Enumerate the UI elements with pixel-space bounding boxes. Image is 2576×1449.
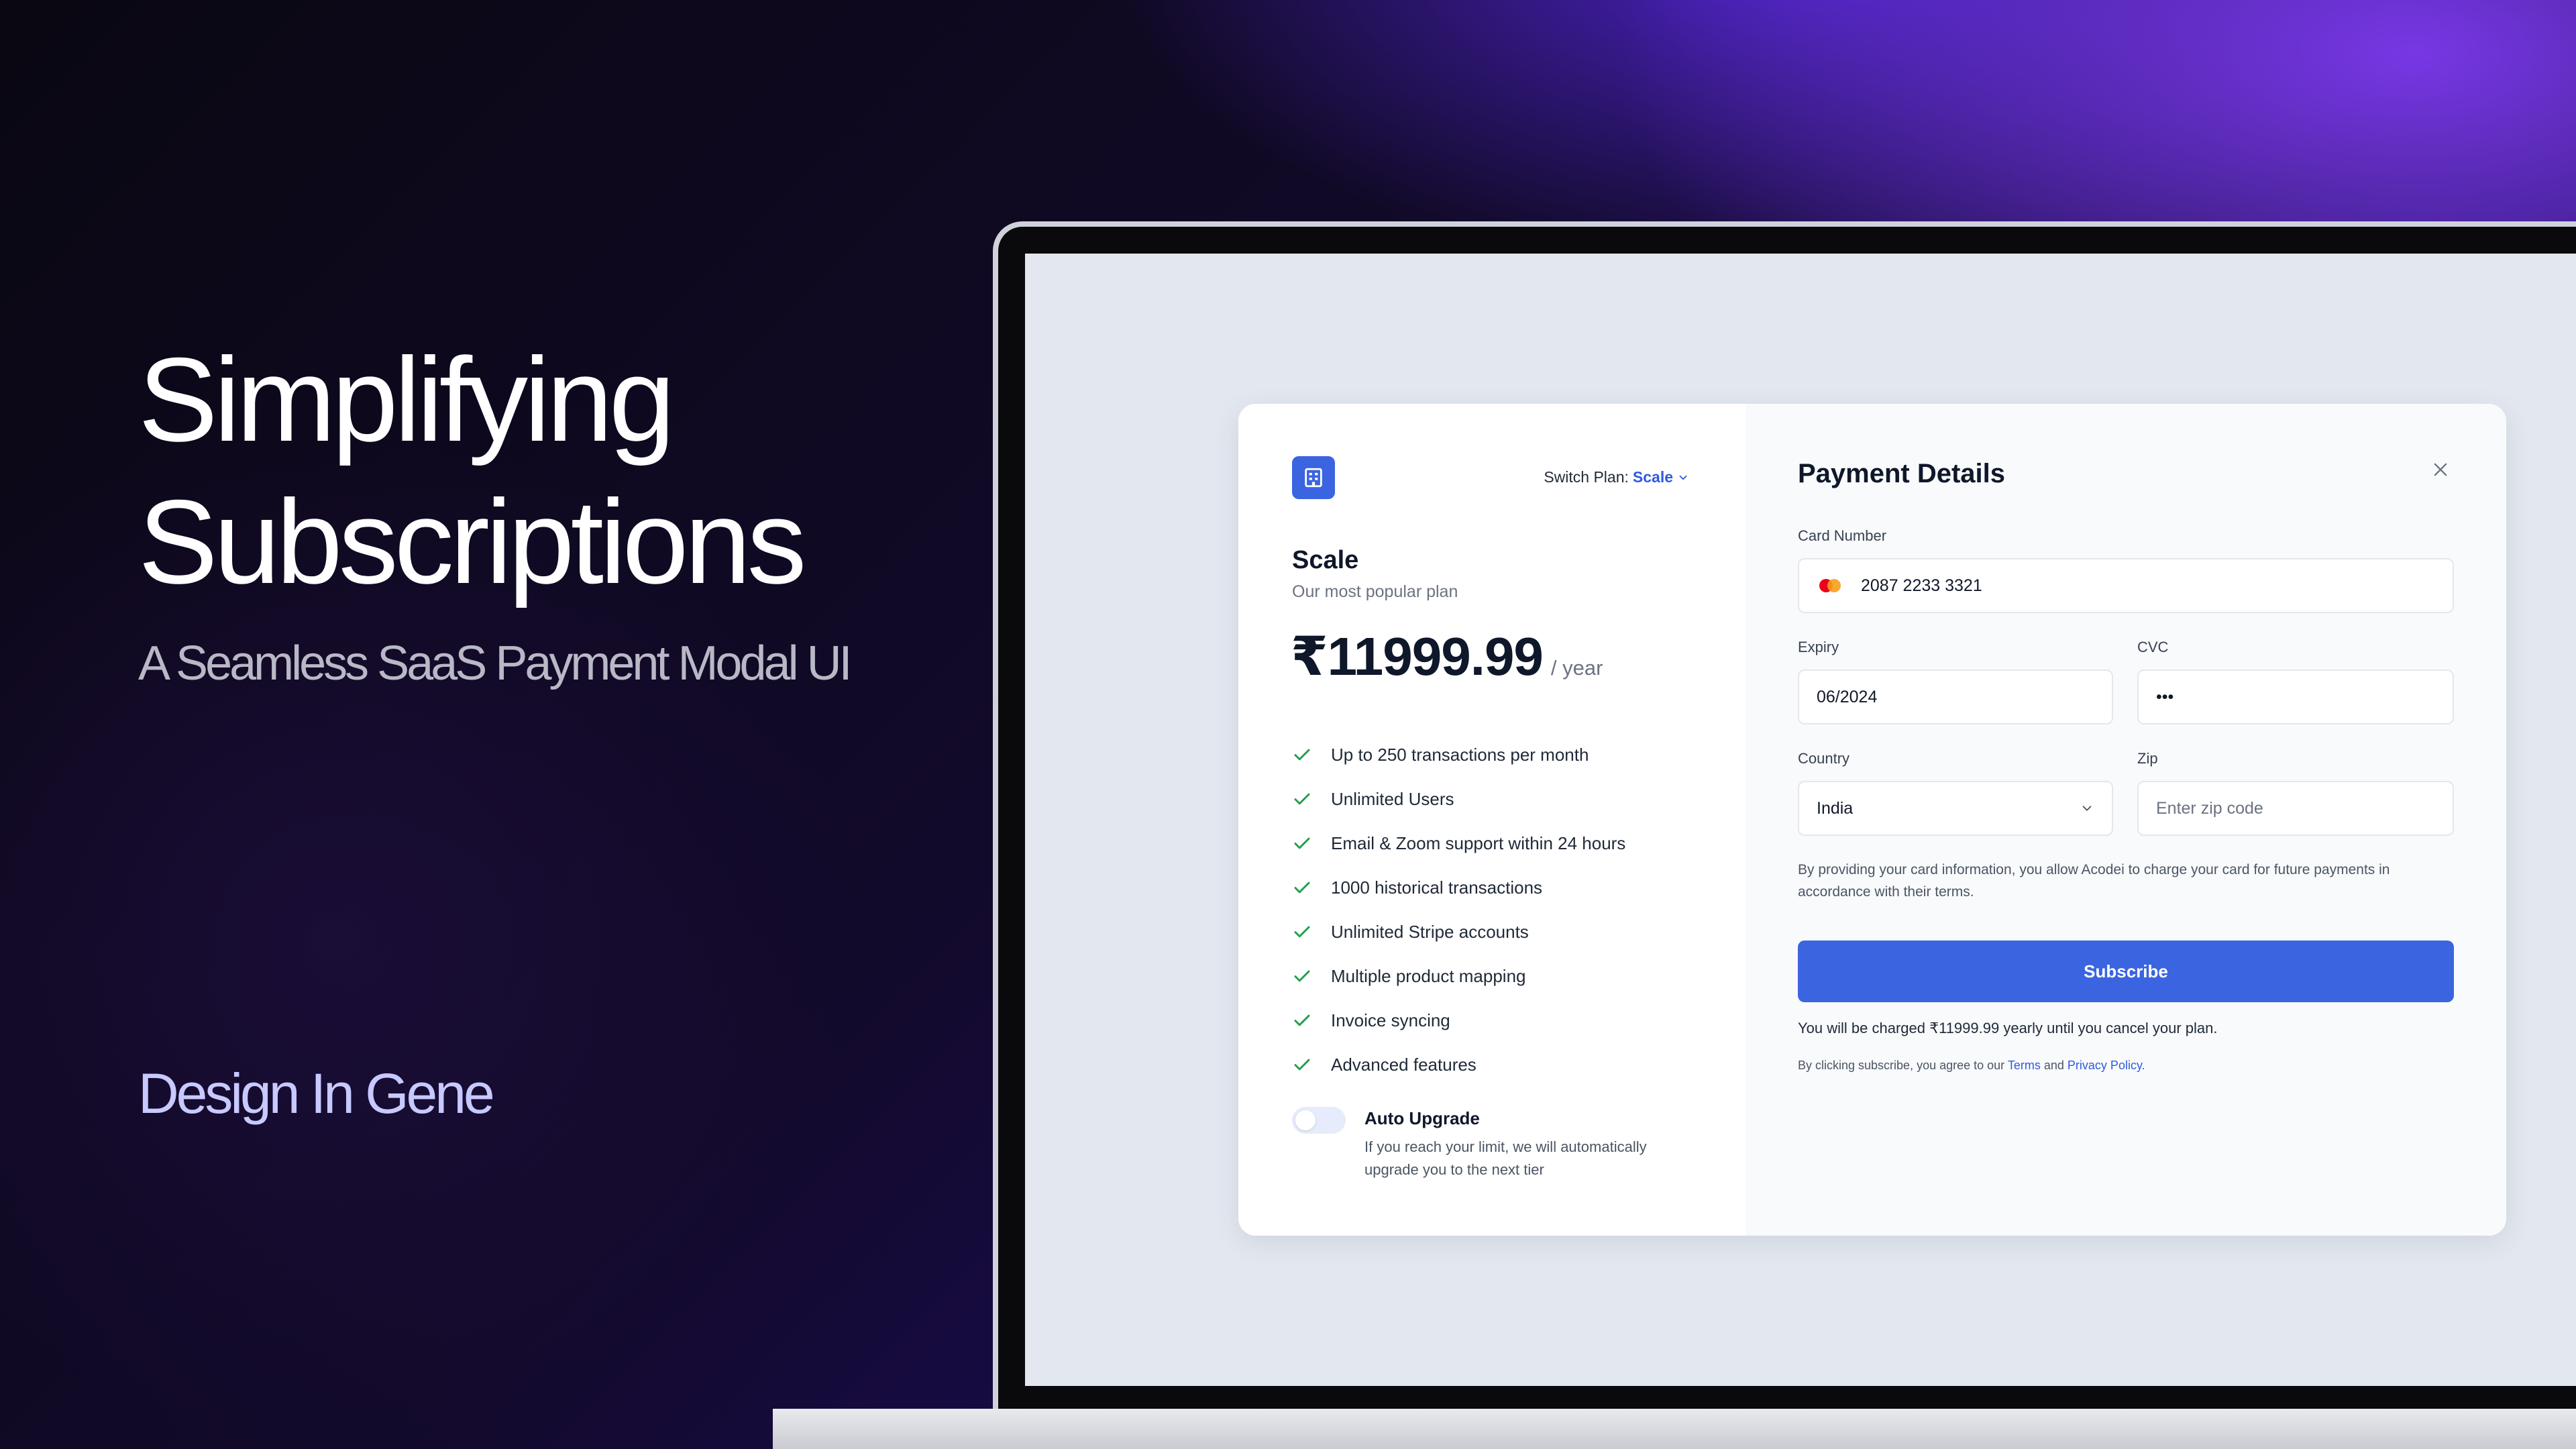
feature-label: Multiple product mapping bbox=[1331, 965, 1526, 986]
feature-item: Unlimited Users bbox=[1292, 777, 1625, 821]
hero-title: Simplifying Subscriptions bbox=[138, 329, 1010, 613]
feature-label: Up to 250 transactions per month bbox=[1331, 744, 1589, 765]
feature-item: Email & Zoom support within 24 hours bbox=[1292, 821, 1625, 865]
feature-item: Up to 250 transactions per month bbox=[1292, 733, 1625, 777]
hero-title-line2: Subscriptions bbox=[138, 475, 807, 608]
zip-input[interactable]: Enter zip code bbox=[2137, 781, 2454, 836]
country-label: Country bbox=[1798, 750, 1850, 767]
feature-item: Invoice syncing bbox=[1292, 998, 1625, 1042]
price-period: / year bbox=[1550, 656, 1603, 680]
plan-title: Scale bbox=[1292, 546, 1359, 574]
cvc-value: ••• bbox=[2156, 687, 2174, 706]
switch-plan-label: Switch Plan: bbox=[1544, 468, 1629, 486]
brand-name: Design In Gene bbox=[138, 1062, 495, 1125]
card-number-field[interactable]: 2087 2233 3321 bbox=[1798, 558, 2454, 613]
cvc-field[interactable]: ••• bbox=[2137, 669, 2454, 724]
country-select[interactable]: India bbox=[1798, 781, 2113, 836]
building-icon bbox=[1292, 456, 1335, 499]
zip-label: Zip bbox=[2137, 750, 2158, 767]
country-value: India bbox=[1817, 798, 1854, 818]
feature-label: Advanced features bbox=[1331, 1054, 1477, 1075]
card-notice: By providing your card information, you … bbox=[1798, 862, 2390, 900]
switch-plan-value: Scale bbox=[1632, 468, 1673, 486]
check-icon bbox=[1292, 1010, 1312, 1030]
check-icon bbox=[1292, 922, 1312, 942]
feature-label: Invoice syncing bbox=[1331, 1010, 1450, 1030]
auto-upgrade-text: Auto Upgrade If you reach your limit, we… bbox=[1364, 1107, 1680, 1181]
plan-panel: Switch Plan: Scale Scale Our most popula… bbox=[1238, 404, 1746, 1236]
close-icon[interactable] bbox=[2430, 459, 2451, 480]
auto-upgrade-desc: If you reach your limit, we will automat… bbox=[1364, 1138, 1647, 1178]
expiry-value: 06/2024 bbox=[1817, 687, 1878, 706]
payment-title: Payment Details bbox=[1798, 459, 2006, 488]
feature-item: Advanced features bbox=[1292, 1042, 1625, 1087]
hero: Simplifying Subscriptions A Seamless Saa… bbox=[138, 329, 1010, 691]
feature-label: Unlimited Stripe accounts bbox=[1331, 921, 1529, 942]
auto-upgrade-toggle[interactable] bbox=[1292, 1107, 1346, 1134]
zip-placeholder: Enter zip code bbox=[2156, 798, 2263, 818]
check-icon bbox=[1292, 966, 1312, 986]
check-icon bbox=[1292, 789, 1312, 809]
chevron-down-icon bbox=[2080, 801, 2094, 816]
cvc-label: CVC bbox=[2137, 639, 2169, 655]
payment-modal: Switch Plan: Scale Scale Our most popula… bbox=[1238, 404, 2506, 1236]
mastercard-icon bbox=[1817, 577, 1843, 594]
feature-item: 1000 historical transactions bbox=[1292, 865, 1625, 910]
card-number-value: 2087 2233 3321 bbox=[1861, 576, 1982, 595]
price-row: ₹11999.99 / year bbox=[1291, 625, 1603, 688]
feature-label: Unlimited Users bbox=[1331, 788, 1454, 809]
hero-title-line1: Simplifying bbox=[138, 333, 676, 466]
expiry-field[interactable]: 06/2024 bbox=[1798, 669, 2113, 724]
feature-item: Unlimited Stripe accounts bbox=[1292, 910, 1625, 954]
privacy-policy-link[interactable]: Privacy Policy. bbox=[2068, 1059, 2145, 1072]
chevron-down-icon bbox=[1677, 472, 1689, 484]
plan-price: ₹11999.99 bbox=[1291, 627, 1544, 686]
card-number-label: Card Number bbox=[1798, 527, 1887, 544]
check-icon bbox=[1292, 745, 1312, 765]
terms-link[interactable]: Terms bbox=[2008, 1059, 2041, 1072]
feature-list: Up to 250 transactions per month Unlimit… bbox=[1292, 733, 1625, 1087]
auto-upgrade: Auto Upgrade If you reach your limit, we… bbox=[1292, 1107, 1680, 1181]
check-icon bbox=[1292, 833, 1312, 853]
expiry-label: Expiry bbox=[1798, 639, 1839, 655]
feature-item: Multiple product mapping bbox=[1292, 954, 1625, 998]
agree-prefix: By clicking subscribe, you agree to our bbox=[1798, 1059, 2005, 1072]
check-icon bbox=[1292, 1055, 1312, 1075]
subscribe-button[interactable]: Subscribe bbox=[1798, 941, 2454, 1002]
feature-label: Email & Zoom support within 24 hours bbox=[1331, 833, 1626, 853]
agree-and: and bbox=[2043, 1059, 2064, 1072]
agreement-text: By clicking subscribe, you agree to our … bbox=[1798, 1059, 2145, 1073]
hero-subtitle: A Seamless SaaS Payment Modal UI bbox=[138, 637, 853, 690]
charge-info: You will be charged ₹11999.99 yearly unt… bbox=[1798, 1020, 2218, 1036]
feature-label: 1000 historical transactions bbox=[1331, 877, 1543, 898]
payment-panel: Payment Details Card Number 2087 2233 33… bbox=[1746, 404, 2506, 1236]
laptop-base bbox=[773, 1409, 2576, 1449]
plan-description: Our most popular plan bbox=[1292, 582, 1458, 601]
auto-upgrade-title: Auto Upgrade bbox=[1364, 1108, 1480, 1128]
check-icon bbox=[1292, 877, 1312, 898]
switch-plan-dropdown[interactable]: Switch Plan: Scale bbox=[1544, 468, 1689, 486]
